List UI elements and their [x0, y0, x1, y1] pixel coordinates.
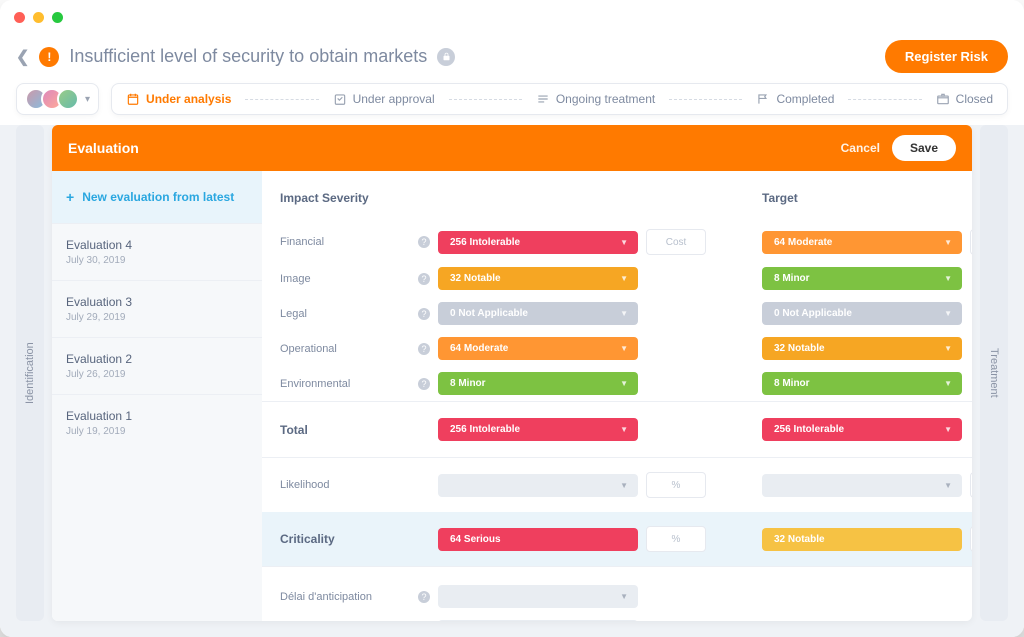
likelihood-target-select[interactable]: ▼ [762, 474, 962, 497]
chevron-down-icon: ▼ [944, 425, 952, 434]
image-target-select[interactable]: 8 Minor▼ [762, 267, 962, 290]
step-completed[interactable]: Completed [756, 92, 834, 106]
operational-target-select[interactable]: 32 Notable▼ [762, 337, 962, 360]
assignees-dropdown[interactable]: ▾ [16, 83, 99, 115]
row-label-delai: Délai d'anticipation [280, 591, 372, 603]
workflow-steps: Under analysis Under approval Ongoing tr… [111, 83, 1008, 115]
step-ongoing-treatment[interactable]: Ongoing treatment [536, 92, 655, 106]
criticality-target-display: 32 Notable [762, 528, 962, 551]
evaluation-item[interactable]: Evaluation 3 July 29, 2019 [52, 280, 262, 337]
environmental-impact-select[interactable]: 8 Minor▼ [438, 372, 638, 395]
chevron-down-icon: ▼ [620, 379, 628, 388]
step-under-analysis[interactable]: Under analysis [126, 92, 231, 106]
row-label-operational: Operational [280, 343, 337, 355]
row-label-image: Image [280, 273, 311, 285]
evaluation-item[interactable]: Evaluation 1 July 19, 2019 [52, 394, 262, 451]
legal-impact-select[interactable]: 0 Not Applicable▼ [438, 302, 638, 325]
step-under-approval[interactable]: Under approval [333, 92, 435, 106]
chevron-down-icon: ▼ [620, 425, 628, 434]
column-target: Target [762, 191, 962, 205]
chevron-down-icon: ▼ [620, 238, 628, 247]
chevron-down-icon: ▼ [944, 309, 952, 318]
delai-select[interactable]: ▼ [438, 585, 638, 608]
lock-icon [437, 48, 455, 66]
chevron-down-icon: ▼ [944, 481, 952, 490]
total-target-select[interactable]: 256 Intolerable▼ [762, 418, 962, 441]
likelihood-impact-select[interactable]: ▼ [438, 474, 638, 497]
back-icon[interactable]: ❮ [16, 47, 29, 67]
evaluation-item[interactable]: Evaluation 2 July 26, 2019 [52, 337, 262, 394]
plus-icon: + [66, 189, 74, 205]
evaluation-item[interactable]: Evaluation 4 July 30, 2019 [52, 223, 262, 280]
chevron-down-icon: ▾ [85, 94, 90, 105]
operational-impact-select[interactable]: 64 Moderate▼ [438, 337, 638, 360]
help-icon[interactable]: ? [418, 591, 430, 603]
help-icon[interactable]: ? [418, 273, 430, 285]
help-icon[interactable]: ? [418, 236, 430, 248]
financial-impact-cost-input[interactable]: Cost [646, 229, 706, 255]
likelihood-target-pct-input[interactable]: % [970, 472, 972, 498]
warning-icon: ! [39, 47, 59, 67]
chevron-down-icon: ▼ [620, 309, 628, 318]
column-impact-severity: Impact Severity [280, 191, 430, 205]
window-titlebar [0, 0, 1024, 34]
total-impact-select[interactable]: 256 Intolerable▼ [438, 418, 638, 441]
window-zoom-icon[interactable] [52, 12, 63, 23]
environmental-target-select[interactable]: 8 Minor▼ [762, 372, 962, 395]
save-button[interactable]: Save [892, 135, 956, 161]
criticality-target-pct-input[interactable]: % [970, 526, 972, 552]
window-minimize-icon[interactable] [33, 12, 44, 23]
chevron-down-icon: ▼ [620, 481, 628, 490]
row-label-criticality: Criticality [280, 532, 335, 546]
evaluation-panel: Evaluation Cancel Save + New evaluation … [52, 125, 972, 621]
chevron-down-icon: ▼ [944, 238, 952, 247]
tab-treatment[interactable]: Treatment [980, 125, 1008, 621]
criticality-impact-display: 64 Serious [438, 528, 638, 551]
row-label-environmental: Environmental [280, 378, 350, 390]
row-label-legal: Legal [280, 308, 307, 320]
register-risk-button[interactable]: Register Risk [885, 40, 1008, 73]
row-label-financial: Financial [280, 236, 324, 248]
recurrence-select[interactable]: ▼ [438, 620, 638, 621]
chevron-down-icon: ▼ [620, 274, 628, 283]
criticality-impact-pct-input[interactable]: % [646, 526, 706, 552]
row-label-likelihood: Likelihood [280, 479, 330, 491]
likelihood-impact-pct-input[interactable]: % [646, 472, 706, 498]
evaluation-grid: Impact Severity Target Financial? 256 In… [262, 171, 972, 621]
help-icon[interactable]: ? [418, 308, 430, 320]
financial-target-select[interactable]: 64 Moderate▼ [762, 231, 962, 254]
panel-title: Evaluation [68, 140, 139, 156]
chevron-down-icon: ▼ [944, 344, 952, 353]
step-closed[interactable]: Closed [936, 92, 993, 106]
chevron-down-icon: ▼ [944, 379, 952, 388]
legal-target-select[interactable]: 0 Not Applicable▼ [762, 302, 962, 325]
chevron-down-icon: ▼ [620, 344, 628, 353]
chevron-down-icon: ▼ [620, 592, 628, 601]
financial-target-cost-input[interactable]: Cost [970, 229, 972, 255]
chevron-down-icon: ▼ [944, 274, 952, 283]
help-icon[interactable]: ? [418, 343, 430, 355]
new-evaluation-button[interactable]: + New evaluation from latest [52, 171, 262, 223]
page-header: ❮ ! Insufficient level of security to ob… [0, 34, 1024, 83]
window-close-icon[interactable] [14, 12, 25, 23]
evaluation-list: + New evaluation from latest Evaluation … [52, 171, 262, 621]
help-icon[interactable]: ? [418, 378, 430, 390]
tab-identification[interactable]: Identification [16, 125, 44, 621]
image-impact-select[interactable]: 32 Notable▼ [438, 267, 638, 290]
row-label-total: Total [280, 423, 308, 437]
avatar [57, 88, 79, 110]
financial-impact-select[interactable]: 256 Intolerable▼ [438, 231, 638, 254]
cancel-button[interactable]: Cancel [841, 141, 880, 155]
page-title: Insufficient level of security to obtain… [69, 46, 427, 67]
